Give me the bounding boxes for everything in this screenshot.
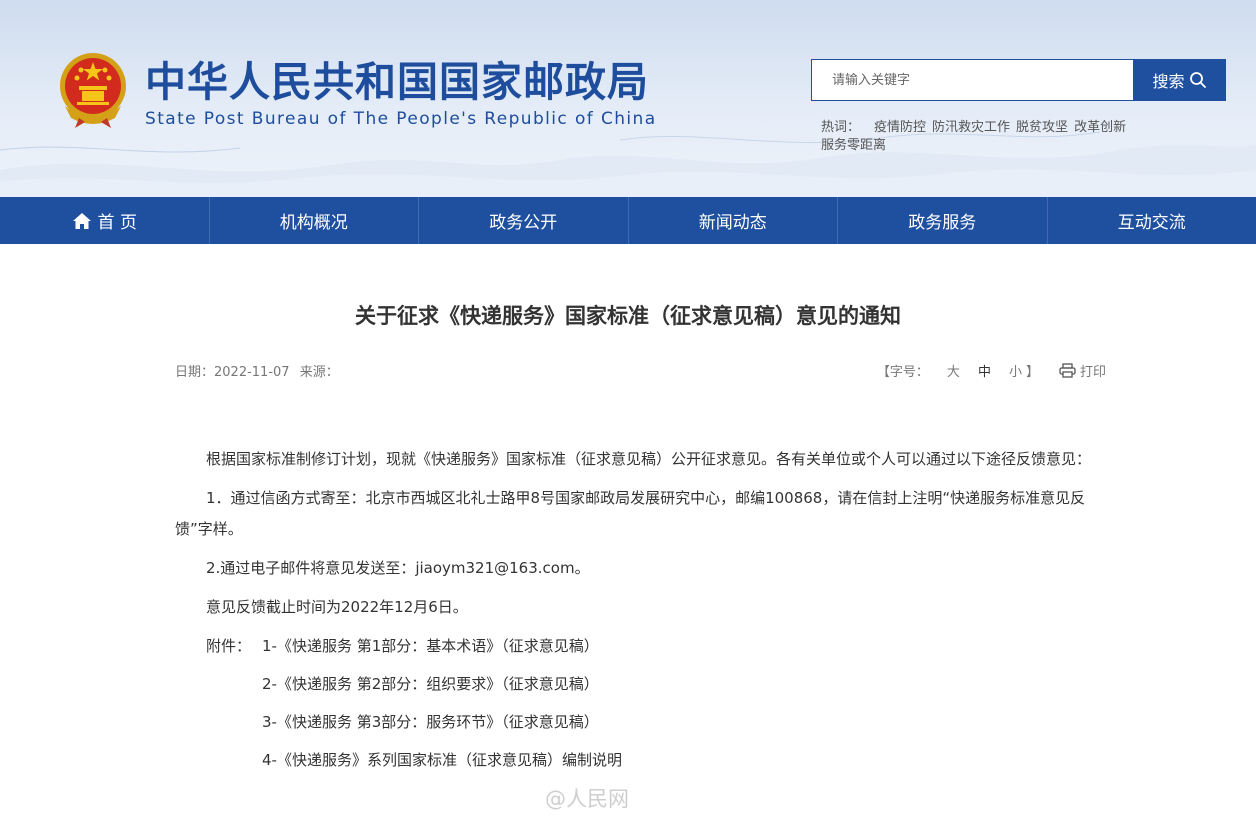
font-size-small[interactable]: 小 — [1009, 361, 1022, 380]
hot-words-label: 热词： — [821, 120, 861, 135]
hot-word-link[interactable]: 防汛救灾工作 — [932, 120, 1010, 135]
font-size-bracket: 】 — [1025, 365, 1039, 380]
font-size-label: 【字号： — [876, 365, 929, 380]
print-label: 打印 — [1079, 365, 1106, 380]
attachment-row: 3-《快递服务 第3部分：服务环节》（征求意见稿） — [175, 707, 1110, 738]
search-input[interactable] — [811, 59, 1134, 101]
article-body: 根据国家标准制修订计划，现就《快递服务》国家标准（征求意见稿）公开征求意见。各有… — [175, 444, 1110, 783]
nav-item-organization[interactable]: 机构概况 — [210, 197, 419, 244]
attachments-label: 附件： — [206, 637, 252, 655]
attachment-link[interactable]: 1-《快递服务 第1部分：基本术语》（征求意见稿） — [262, 631, 599, 662]
hot-words: 热词： 疫情防控 防汛救灾工作 脱贫攻坚 改革创新服务零距离 — [821, 119, 1201, 155]
home-icon — [72, 212, 91, 229]
font-size-medium[interactable]: 中 — [978, 361, 991, 380]
article-paragraph: 意见反馈截止时间为2022年12月6日。 — [206, 598, 468, 616]
print-button[interactable]: 打印 — [1059, 361, 1106, 380]
article-paragraph: 根据国家标准制修订计划，现就《快递服务》国家标准（征求意见稿）公开征求意见。各有… — [206, 450, 1092, 468]
hot-word-link[interactable]: 疫情防控 — [874, 120, 926, 135]
nav-item-government-affairs[interactable]: 政务公开 — [419, 197, 629, 244]
nav-item-services[interactable]: 政务服务 — [838, 197, 1048, 244]
article-paragraph: 1．通过信函方式寄至：北京市西城区北礼士路甲8号国家邮政局发展研究中心，邮编10… — [175, 489, 1086, 538]
hot-word-link[interactable]: 脱贫攻坚 — [1016, 120, 1068, 135]
attachment-link[interactable]: 3-《快递服务 第3部分：服务环节》（征求意见稿） — [262, 707, 599, 738]
main-nav: 首 页 机构概况 政务公开 新闻动态 政务服务 互动交流 — [0, 197, 1256, 244]
nav-item-home[interactable]: 首 页 — [0, 197, 210, 244]
attachment-link[interactable]: 2-《快递服务 第2部分：组织要求》（征求意见稿） — [262, 669, 599, 700]
search-button[interactable]: 搜索 — [1133, 59, 1226, 101]
article-title: 关于征求《快递服务》国家标准（征求意见稿）意见的通知 — [355, 304, 901, 328]
attachment-row: 4-《快递服务》系列国家标准（征求意见稿）编制说明 — [175, 745, 1110, 776]
nav-item-interaction[interactable]: 互动交流 — [1048, 197, 1256, 244]
search-icon — [1189, 72, 1206, 88]
site-subtitle-en: State Post Bureau of The People's Republ… — [145, 109, 657, 129]
national-emblem-icon — [60, 53, 126, 128]
site-header: 中华人民共和国国家邮政局 State Post Bureau of The Pe… — [0, 0, 1256, 197]
article-date: 日期：2022-11-07 — [175, 365, 290, 380]
printer-icon — [1059, 363, 1076, 378]
font-size-large[interactable]: 大 — [947, 361, 960, 380]
site-title: 中华人民共和国国家邮政局 — [145, 58, 649, 106]
article-tools: 【字号： 大 中 小 】 打印 — [877, 361, 1106, 380]
search-button-label: 搜索 — [1152, 72, 1185, 91]
article-paragraph: 2.通过电子邮件将意见发送至：jiaoym321@163.com。 — [206, 559, 590, 577]
attachment-row: 附件： 1-《快递服务 第1部分：基本术语》（征求意见稿） — [175, 631, 1110, 662]
attachment-link[interactable]: 4-《快递服务》系列国家标准（征求意见稿）编制说明 — [262, 745, 622, 776]
watermark: @人民网 — [545, 787, 629, 811]
nav-item-label: 首 页 — [97, 213, 137, 233]
nav-item-news[interactable]: 新闻动态 — [629, 197, 838, 244]
hot-word-link[interactable]: 改革创新 — [1074, 120, 1126, 135]
article-meta: 日期：2022-11-07 来源： — [175, 361, 339, 380]
attachment-row: 2-《快递服务 第2部分：组织要求》（征求意见稿） — [175, 669, 1110, 700]
article-source: 来源： — [299, 365, 339, 380]
hot-word-link[interactable]: 服务零距离 — [821, 138, 886, 153]
